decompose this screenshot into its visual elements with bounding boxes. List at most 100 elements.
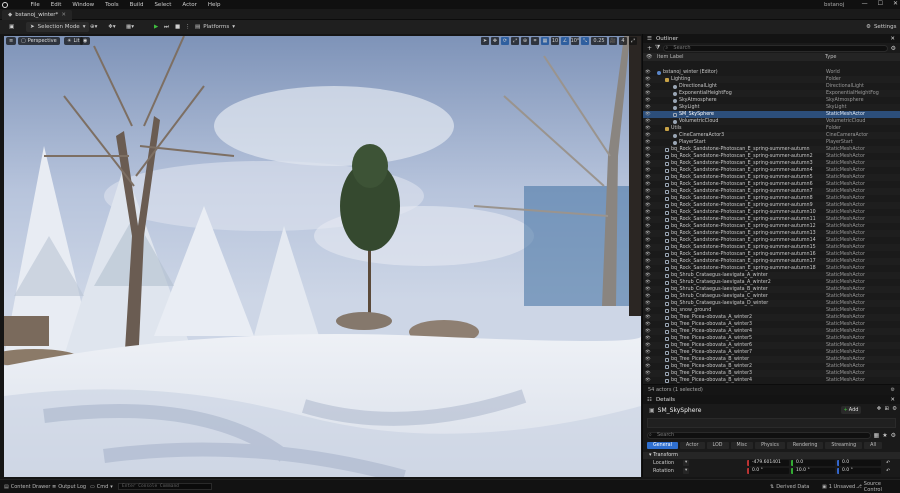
visibility-icon[interactable]: 👁: [645, 336, 651, 341]
visibility-icon[interactable]: 👁: [645, 371, 651, 376]
outliner-row[interactable]: 👁 bq_Rock_Sandstone-Photoscan_E_spring-su…: [643, 230, 900, 237]
visibility-icon[interactable]: 👁: [645, 301, 651, 306]
outliner-row[interactable]: 👁 bq_Tree_Picea-obovata_A_winter3 StaticMe…: [643, 321, 900, 328]
world-space-icon[interactable]: ⊕: [521, 37, 529, 45]
visibility-icon[interactable]: 👁: [645, 273, 651, 278]
visibility-icon[interactable]: 👁: [645, 294, 651, 299]
star-icon[interactable]: ★: [882, 432, 887, 439]
camera-speed-value[interactable]: 4: [619, 37, 627, 45]
visibility-icon[interactable]: 👁: [645, 231, 651, 236]
scale-snap-value[interactable]: 0.25: [591, 37, 607, 45]
outliner-row[interactable]: 👁 ExponentialHeightFog ExponentialHeightFo…: [643, 90, 900, 97]
visibility-icon[interactable]: 👁: [645, 350, 651, 355]
visibility-icon[interactable]: 👁: [645, 105, 651, 110]
unreal-logo-icon[interactable]: [0, 0, 9, 9]
visibility-icon[interactable]: 👁: [645, 252, 651, 257]
outliner-row[interactable]: 👁 bq_Shrub_Crataegus-laevigata_A_winter St…: [643, 272, 900, 279]
outliner-row[interactable]: 👁 bq_Shrub_Crataegus-laevigata_D_winter St…: [643, 300, 900, 307]
outliner-row[interactable]: 👁 bq_Rock_Sandstone-Photoscan_E_spring-su…: [643, 216, 900, 223]
visibility-icon[interactable]: 👁: [645, 357, 651, 362]
outliner-row[interactable]: 👁 SkyAtmosphere SkyAtmosphere: [643, 97, 900, 104]
visibility-icon[interactable]: 👁: [645, 147, 651, 152]
outliner-row[interactable]: 👁 bq_snow_ground StaticMeshActor: [643, 307, 900, 314]
visibility-icon[interactable]: 👁: [645, 287, 651, 292]
visibility-icon[interactable]: 👁: [645, 189, 651, 194]
save-icon[interactable]: ▣: [5, 22, 18, 32]
cmd-dropdown[interactable]: ▭ Cmd ▾: [90, 483, 113, 491]
rotation-z-field[interactable]: 0.0 °: [837, 468, 881, 474]
type-column[interactable]: Type: [825, 54, 836, 60]
menu-item-file[interactable]: File: [25, 2, 45, 8]
outliner-row[interactable]: 👁 bq_Tree_Picea-obovata_B_winter StaticMes…: [643, 356, 900, 363]
show-menu-icon[interactable]: ◉: [80, 37, 91, 45]
maximize-icon[interactable]: ☐: [878, 0, 883, 7]
visibility-column-icon[interactable]: 👁: [646, 54, 652, 60]
viewport-menu-icon[interactable]: ≡: [6, 37, 17, 45]
visibility-icon[interactable]: 👁: [645, 203, 651, 208]
menu-item-actor[interactable]: Actor: [177, 2, 202, 8]
visibility-icon[interactable]: 👁: [645, 126, 651, 131]
visibility-icon[interactable]: 👁: [645, 343, 651, 348]
select-tool-icon[interactable]: ➤: [481, 37, 489, 45]
visibility-icon[interactable]: 👁: [645, 161, 651, 166]
visibility-icon[interactable]: 👁: [645, 112, 651, 117]
minimize-icon[interactable]: —: [862, 0, 868, 7]
tab-misc[interactable]: Misc: [730, 442, 754, 449]
menu-item-select[interactable]: Select: [149, 2, 177, 8]
scale-tool-icon[interactable]: ⤢: [511, 37, 519, 45]
outliner-row[interactable]: 👁 Lighting Folder: [643, 76, 900, 83]
outliner-row[interactable]: 👁 bq_Rock_Sandstone-Photoscan_E_spring-su…: [643, 167, 900, 174]
output-log-button[interactable]: ≣ Output Log: [52, 483, 86, 491]
grid-view-icon[interactable]: ▦: [874, 432, 880, 439]
visibility-icon[interactable]: 👁: [645, 322, 651, 327]
outliner-row[interactable]: 👁 bstanoj_winter (Editor) World: [643, 69, 900, 76]
outliner-row[interactable]: 👁 bq_Rock_Sandstone-Photoscan_E_spring-su…: [643, 195, 900, 202]
outliner-row[interactable]: 👁 bq_Rock_Sandstone-Photoscan_E_spring-su…: [643, 160, 900, 167]
tab-general[interactable]: General: [647, 442, 678, 449]
tab-actor[interactable]: Actor: [679, 442, 705, 449]
visibility-icon[interactable]: 👁: [645, 217, 651, 222]
visibility-icon[interactable]: 👁: [645, 196, 651, 201]
scale-snap-icon[interactable]: ⤡: [581, 37, 589, 45]
visibility-icon[interactable]: 👁: [645, 238, 651, 243]
location-mode-dropdown[interactable]: ▾: [683, 460, 690, 466]
visibility-icon[interactable]: 👁: [645, 182, 651, 187]
outliner-row[interactable]: 👁 bq_Tree_Picea-obovata_B_winter2 StaticMe…: [643, 363, 900, 370]
outliner-row[interactable]: 👁 bq_Rock_Sandstone-Photoscan_E_spring-su…: [643, 258, 900, 265]
visibility-icon[interactable]: 👁: [645, 308, 651, 313]
rotation-mode-dropdown[interactable]: ▾: [683, 468, 690, 474]
outliner-row[interactable]: 👁 SM_SkySphere StaticMeshActor: [643, 111, 900, 118]
outliner-row[interactable]: 👁 PlayerStart PlayerStart: [643, 139, 900, 146]
outliner-row[interactable]: 👁 bq_Tree_Picea-obovata_A_winter4 StaticMe…: [643, 328, 900, 335]
derived-data-button[interactable]: ⇅ Derived Data: [770, 483, 809, 491]
component-tree[interactable]: [647, 418, 896, 428]
menu-item-build[interactable]: Build: [124, 2, 149, 8]
outliner-row[interactable]: 👁 bq_Rock_Sandstone-Photoscan_E_spring-su…: [643, 223, 900, 230]
visibility-icon[interactable]: 👁: [645, 210, 651, 215]
tab-physics[interactable]: Physics: [755, 442, 785, 449]
add-content-icon[interactable]: ⊕▾: [86, 22, 101, 32]
outliner-row[interactable]: 👁 bq_Rock_Sandstone-Photoscan_E_spring-su…: [643, 174, 900, 181]
visibility-icon[interactable]: 👁: [645, 77, 651, 82]
outliner-row[interactable]: 👁 bq_Rock_Sandstone-Photoscan_E_spring-su…: [643, 146, 900, 153]
visibility-icon[interactable]: 👁: [645, 245, 651, 250]
transform-section[interactable]: ▾ Transform: [643, 452, 900, 459]
level-tab[interactable]: ◆ bstanoj_winter* ✕: [2, 10, 72, 20]
cinematics-icon[interactable]: ▦▾: [122, 22, 138, 32]
location-z-field[interactable]: 0.0: [837, 460, 881, 466]
tab-lod[interactable]: LOD: [706, 442, 729, 449]
selected-actor-name[interactable]: SM_SkySphere: [658, 407, 702, 414]
outliner-row[interactable]: 👁 bq_Shrub_Crataegus-laevigata_C_winter St…: [643, 293, 900, 300]
outliner-row[interactable]: 👁 bq_Rock_Sandstone-Photoscan_E_spring-su…: [643, 181, 900, 188]
options-icon[interactable]: ⚙: [892, 406, 897, 412]
visibility-icon[interactable]: 👁: [645, 133, 651, 138]
outliner-row[interactable]: 👁 bq_Rock_Sandstone-Photoscan_E_spring-su…: [643, 244, 900, 251]
details-search-input[interactable]: ⌕ Search: [647, 431, 871, 439]
outliner-row[interactable]: 👁 DirectionalLight DirectionalLight: [643, 83, 900, 90]
visibility-icon[interactable]: 👁: [645, 98, 651, 103]
selection-mode-dropdown[interactable]: ➤ Selection Mode ▾: [26, 22, 90, 32]
visibility-icon[interactable]: 👁: [645, 280, 651, 285]
menu-item-help[interactable]: Help: [202, 2, 226, 8]
visibility-icon[interactable]: 👁: [645, 175, 651, 180]
add-component-button[interactable]: + Add: [841, 406, 861, 414]
